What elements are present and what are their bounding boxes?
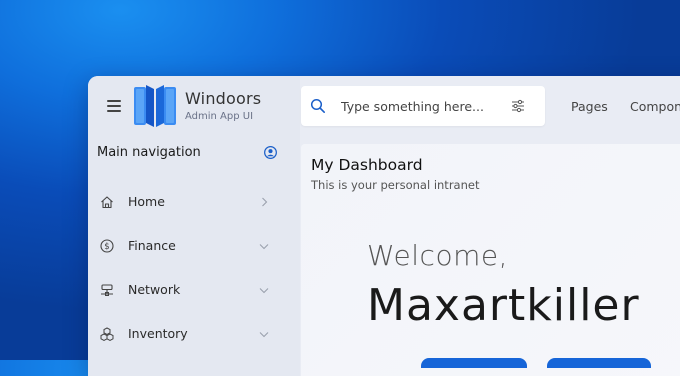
sidebar-item-label: Finance — [128, 238, 176, 253]
search-icon[interactable] — [310, 98, 326, 114]
sidebar-item-home[interactable]: Home — [88, 186, 300, 218]
filter-sliders-icon[interactable] — [511, 99, 525, 113]
sidebar-item-label: Home — [128, 194, 165, 209]
welcome-text: Welcome, — [367, 239, 508, 272]
sidebar-item-label: Inventory — [128, 326, 188, 341]
user-circle-icon[interactable] — [264, 146, 277, 159]
sidebar-item-finance[interactable]: $ Finance — [88, 230, 300, 262]
hamburger-menu-icon[interactable] — [107, 100, 121, 112]
app-subtitle: Admin App UI — [185, 111, 254, 122]
search-input[interactable] — [341, 97, 501, 115]
sidebar-item-label: Network — [128, 282, 181, 297]
app-window: Windoors Admin App UI Main navigation Ho… — [88, 76, 680, 376]
dollar-circle-icon: $ — [100, 239, 114, 253]
username-text: Maxartkiller — [367, 280, 640, 331]
page-title: My Dashboard — [311, 156, 423, 174]
home-icon — [101, 196, 113, 209]
topnav-pages-link[interactable]: Pages — [571, 99, 608, 114]
app-title: Windoors — [185, 89, 262, 108]
network-icon — [101, 284, 113, 296]
chevron-down-icon — [259, 244, 269, 250]
chevron-down-icon — [259, 288, 269, 294]
svg-text:$: $ — [104, 242, 109, 252]
dashboard-content: My Dashboard This is your personal intra… — [301, 144, 680, 376]
cubes-icon — [100, 327, 114, 341]
topnav-components-link[interactable]: Compon — [630, 99, 680, 114]
chevron-right-icon — [262, 197, 268, 207]
sidebar-item-network[interactable]: Network — [88, 274, 300, 306]
chevron-down-icon — [259, 332, 269, 338]
main-navigation-heading: Main navigation — [97, 145, 201, 160]
search-bar — [301, 86, 545, 126]
sidebar: Windoors Admin App UI Main navigation Ho… — [88, 76, 300, 376]
page-subtitle: This is your personal intranet — [311, 178, 480, 192]
windoors-logo-icon — [134, 85, 176, 127]
sidebar-item-inventory[interactable]: Inventory — [88, 318, 300, 350]
